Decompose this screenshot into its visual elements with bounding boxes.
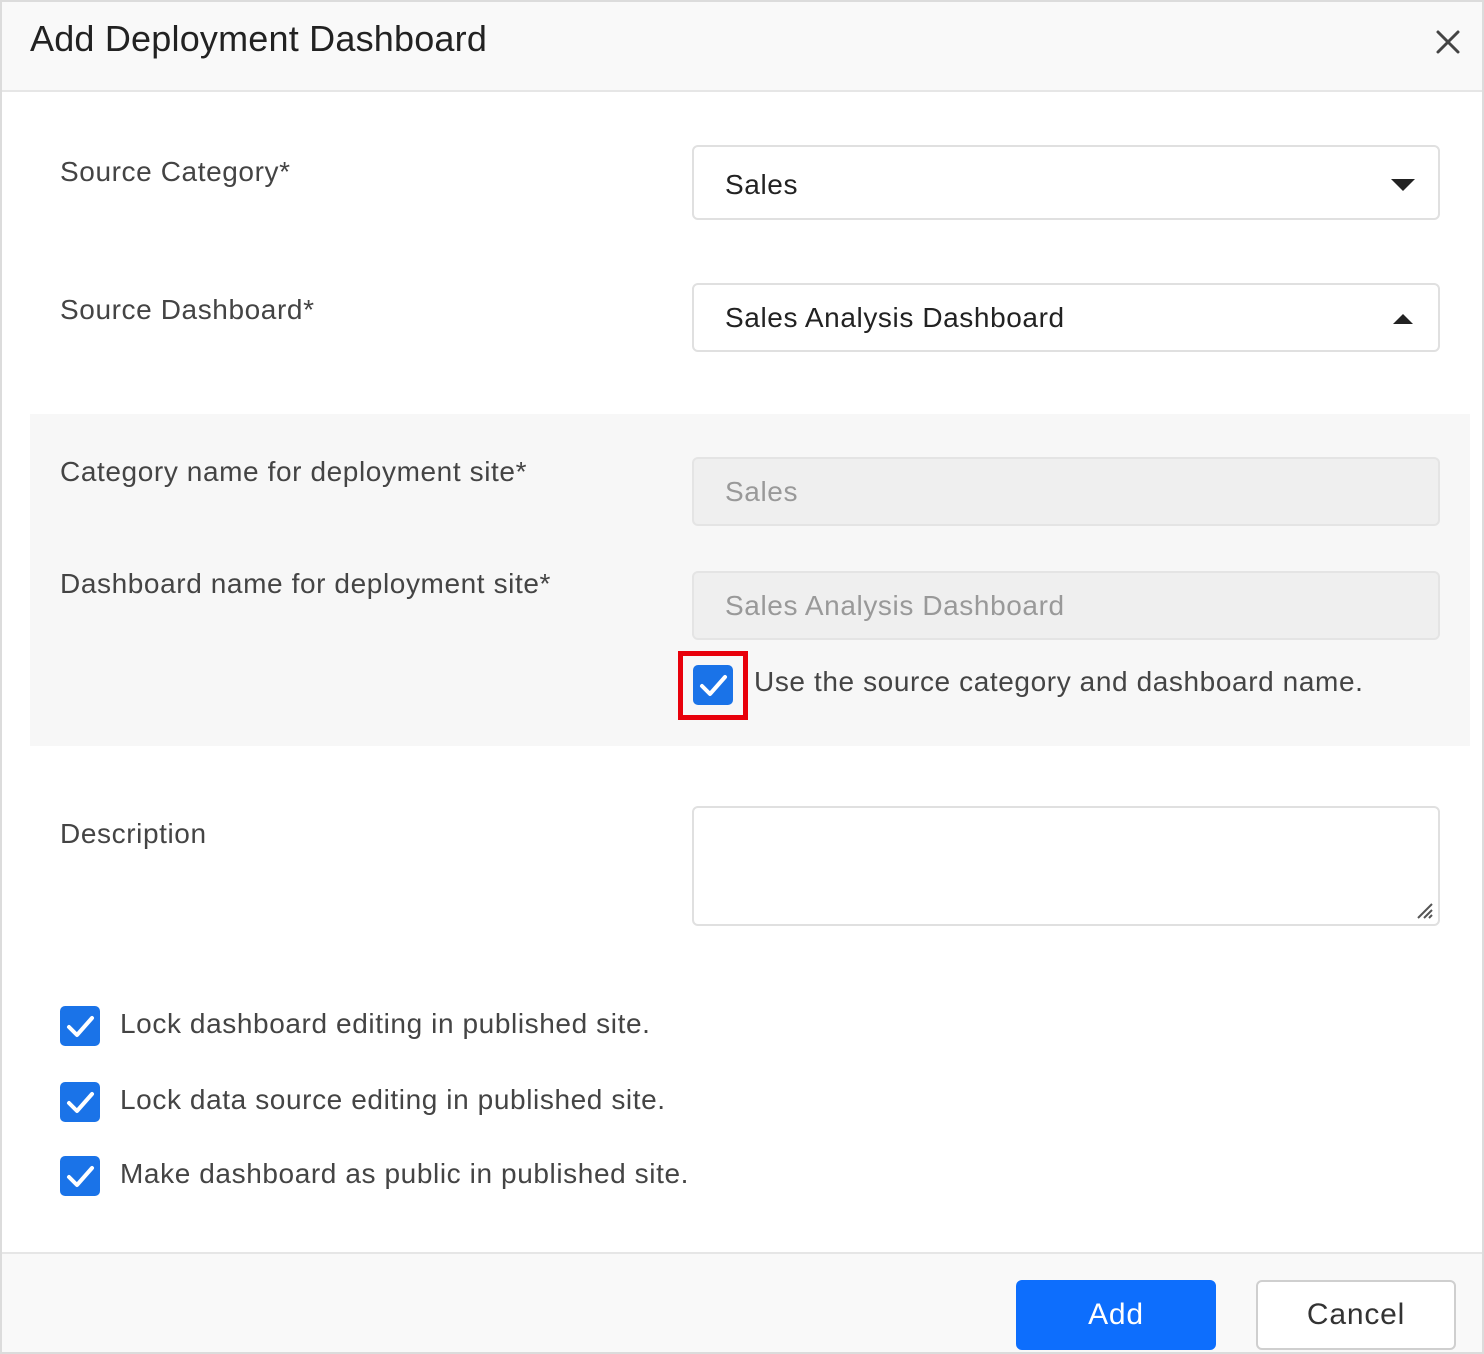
source-dashboard-value: Sales Analysis Dashboard <box>725 302 1065 333</box>
deploy-dashboard-input: Sales Analysis Dashboard <box>692 571 1440 640</box>
use-source-names-label: Use the source category and dashboard na… <box>754 666 1364 697</box>
deploy-dashboard-label: Dashboard name for deployment site* <box>60 568 552 599</box>
close-button[interactable] <box>1426 20 1470 64</box>
dialog-footer: Add Cancel <box>2 1252 1482 1352</box>
resize-handle-icon[interactable] <box>1414 900 1434 920</box>
add-button[interactable]: Add <box>1016 1280 1216 1350</box>
chevron-down-icon <box>1390 178 1416 192</box>
chevron-up-icon <box>1390 311 1416 325</box>
add-deployment-dashboard-dialog: Add Deployment Dashboard Source Category… <box>0 0 1484 1354</box>
lock-datasource-editing-checkbox[interactable] <box>60 1082 100 1122</box>
deploy-category-label: Category name for deployment site* <box>60 456 528 487</box>
checkmark-icon <box>67 1016 94 1037</box>
source-category-dropdown[interactable]: Sales <box>692 145 1440 220</box>
source-dashboard-label: Source Dashboard* <box>60 294 315 325</box>
description-textarea[interactable] <box>692 806 1440 926</box>
lock-dashboard-editing-checkbox[interactable] <box>60 1006 100 1046</box>
deploy-category-input: Sales <box>692 457 1440 526</box>
checkmark-icon <box>700 675 727 696</box>
dialog-header: Add Deployment Dashboard <box>2 2 1482 92</box>
lock-datasource-editing-label: Lock data source editing in published si… <box>120 1084 666 1115</box>
checkmark-icon <box>67 1166 94 1187</box>
dialog-title: Add Deployment Dashboard <box>30 18 488 59</box>
lock-dashboard-editing-label: Lock dashboard editing in published site… <box>120 1008 651 1039</box>
cancel-button[interactable]: Cancel <box>1256 1280 1456 1350</box>
source-dashboard-dropdown[interactable]: Sales Analysis Dashboard <box>692 283 1440 352</box>
close-icon <box>1436 30 1460 54</box>
use-source-names-checkbox[interactable] <box>693 665 733 705</box>
make-public-label: Make dashboard as public in published si… <box>120 1158 690 1189</box>
checkmark-icon <box>67 1092 94 1113</box>
description-label: Description <box>60 818 207 849</box>
source-category-value: Sales <box>725 169 799 200</box>
source-category-label: Source Category* <box>60 156 291 187</box>
make-public-checkbox[interactable] <box>60 1156 100 1196</box>
